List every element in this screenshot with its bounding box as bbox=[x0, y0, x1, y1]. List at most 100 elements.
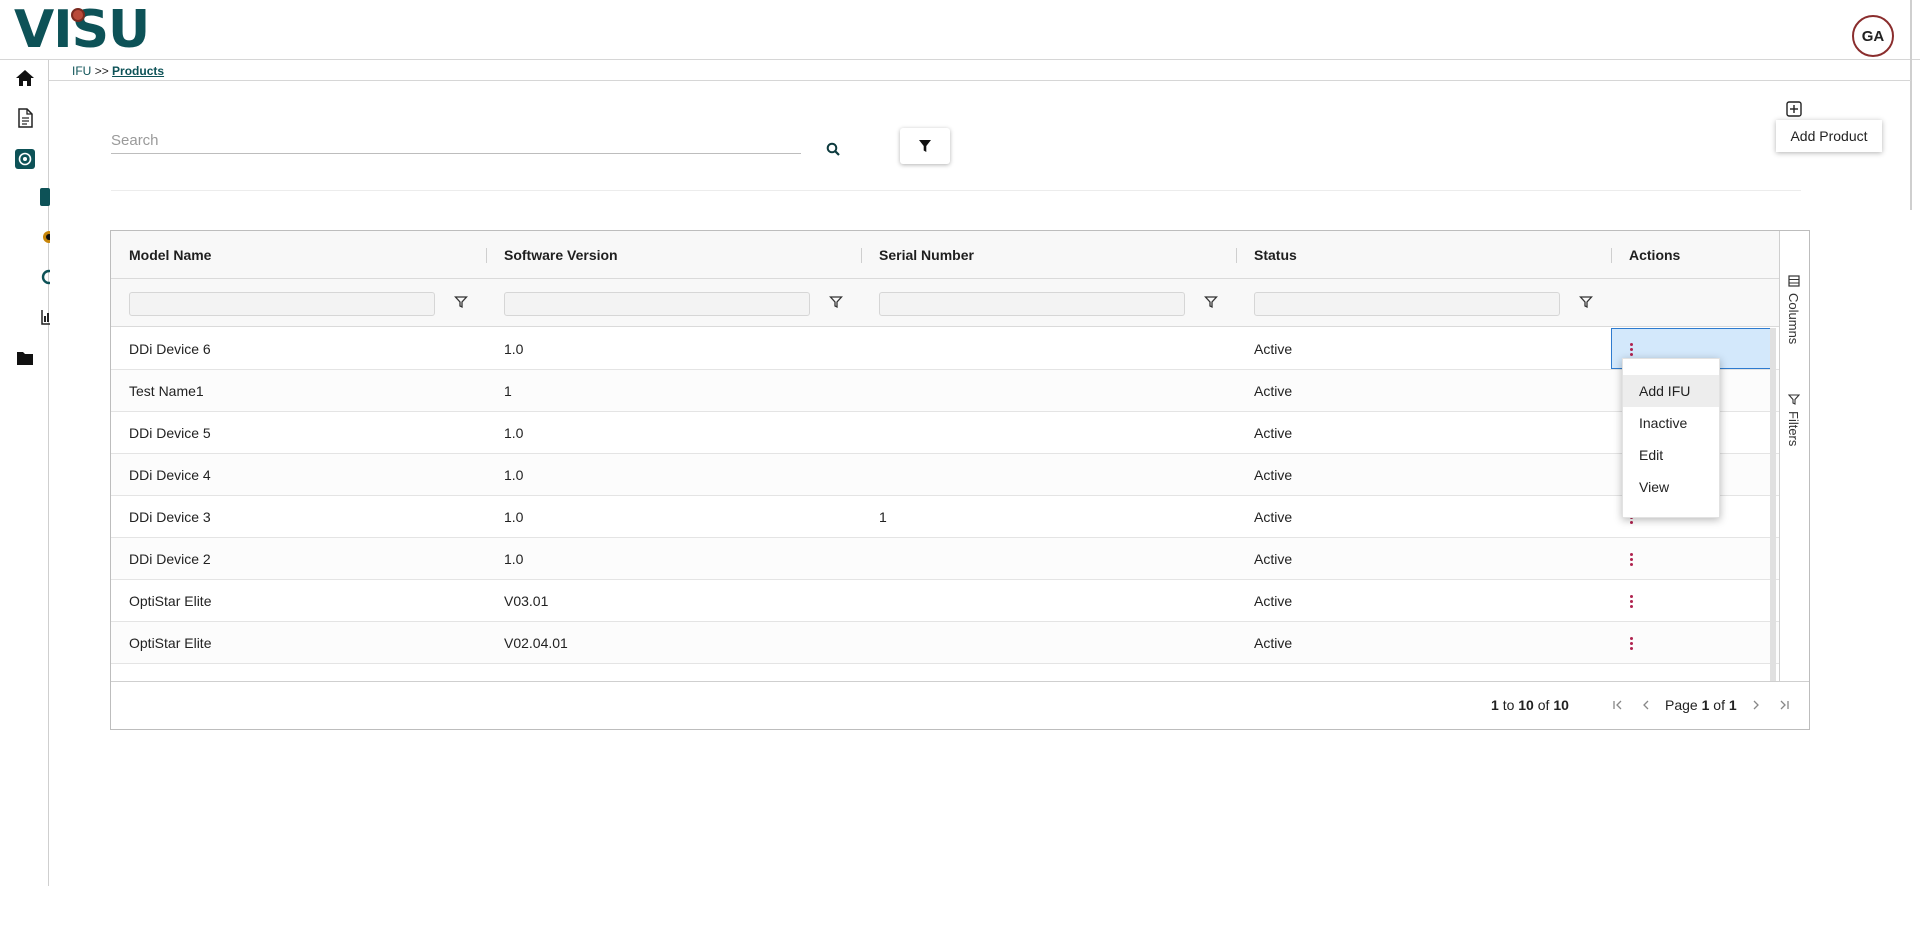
filter-button[interactable] bbox=[900, 128, 950, 164]
serial-number-cell bbox=[861, 328, 879, 370]
column-header-actions[interactable]: Actions bbox=[1611, 231, 1771, 279]
serial-number-filter-icon[interactable] bbox=[1204, 295, 1220, 311]
submenu-refresh-icon[interactable] bbox=[40, 268, 50, 286]
status-cell: Active bbox=[1254, 551, 1293, 567]
home-icon[interactable] bbox=[15, 68, 35, 88]
serial-number-cell bbox=[861, 622, 879, 664]
add-icon[interactable] bbox=[1786, 101, 1802, 117]
model-name-filter-icon[interactable] bbox=[454, 295, 470, 311]
breadcrumb-divider bbox=[49, 80, 1911, 81]
status-cell: Active bbox=[1254, 509, 1293, 525]
products-grid: Model Name Software Version Serial Numbe… bbox=[110, 230, 1810, 730]
grid-footer: 1 to 10 of 10 Page 1 of 1 bbox=[111, 681, 1809, 729]
previous-page-icon[interactable] bbox=[1639, 698, 1655, 714]
columns-tab[interactable]: Columns bbox=[1786, 275, 1801, 344]
add-product-button[interactable]: Add Product bbox=[1776, 120, 1882, 152]
table-row[interactable]: DDi Device 6 1.0 Active bbox=[111, 328, 1779, 370]
software-version-cell: 1.0 bbox=[504, 467, 524, 483]
breadcrumb-ifu[interactable]: IFU bbox=[72, 64, 91, 78]
menu-item-view[interactable]: View bbox=[1623, 471, 1719, 503]
sidebar bbox=[0, 60, 50, 886]
columns-icon bbox=[1787, 275, 1800, 287]
software-version-filter-icon[interactable] bbox=[829, 295, 845, 311]
serial-number-cell bbox=[861, 412, 879, 454]
submenu-products-icon[interactable] bbox=[40, 188, 50, 206]
model-name-cell: OptiStar Elite bbox=[129, 635, 212, 651]
column-header-software-version[interactable]: Software Version bbox=[486, 231, 861, 279]
grid-scrollbar[interactable] bbox=[1770, 328, 1776, 681]
software-version-cell: 1 bbox=[504, 383, 512, 399]
status-cell: Active bbox=[1254, 383, 1293, 399]
filters-icon bbox=[1787, 394, 1800, 405]
serial-number-cell bbox=[861, 370, 879, 412]
row-count-summary: 1 to 10 of 10 bbox=[1491, 697, 1569, 713]
search-input[interactable] bbox=[111, 128, 801, 152]
row-actions-kebab-icon[interactable] bbox=[1623, 592, 1639, 610]
model-name-cell: Test Name1 bbox=[129, 383, 204, 399]
column-header-model-name[interactable]: Model Name bbox=[111, 231, 486, 279]
page-indicator: Page 1 of 1 bbox=[1665, 697, 1737, 713]
menu-item-add-ifu[interactable]: Add IFU bbox=[1623, 375, 1719, 407]
software-version-cell: V02.04.01 bbox=[504, 635, 568, 651]
first-page-icon[interactable] bbox=[1611, 698, 1627, 714]
products-icon[interactable] bbox=[15, 149, 35, 169]
software-version-cell: V03.01 bbox=[504, 593, 549, 609]
page-scrollbar[interactable] bbox=[1910, 0, 1912, 210]
model-name-cell: OptiStar Elite bbox=[129, 593, 212, 609]
row-actions-kebab-icon[interactable] bbox=[1623, 550, 1639, 568]
menu-item-inactive[interactable]: Inactive bbox=[1623, 407, 1719, 439]
table-row[interactable]: DDi Device 4 1.0 Active bbox=[111, 454, 1779, 496]
breadcrumb-products-link[interactable]: Products bbox=[112, 64, 164, 78]
software-version-cell: 1.0 bbox=[504, 425, 524, 441]
row-actions-kebab-icon[interactable] bbox=[1623, 634, 1639, 652]
status-cell: Active bbox=[1254, 341, 1293, 357]
model-name-cell: DDi Device 4 bbox=[129, 467, 211, 483]
last-page-icon[interactable] bbox=[1777, 698, 1793, 714]
serial-number-cell bbox=[861, 538, 879, 580]
submenu-ifu-icon[interactable] bbox=[40, 228, 50, 246]
search-icon[interactable] bbox=[822, 138, 844, 160]
table-row[interactable]: DDi Device 3 1.0 1 Active bbox=[111, 496, 1779, 538]
table-row[interactable]: Test Name1 1 Active bbox=[111, 370, 1779, 412]
serial-number-cell: 1 bbox=[879, 509, 887, 525]
model-name-cell: DDi Device 6 bbox=[129, 341, 211, 357]
grid-side-panel: Columns Filters bbox=[1779, 231, 1809, 681]
toolbar-divider bbox=[111, 190, 1801, 191]
document-icon[interactable] bbox=[15, 108, 35, 128]
serial-number-cell bbox=[861, 454, 879, 496]
software-version-filter-input[interactable] bbox=[504, 292, 810, 316]
app-header: VISU GA bbox=[0, 0, 1920, 60]
table-row[interactable]: DDi Device 2 1.0 Active bbox=[111, 538, 1779, 580]
model-name-filter-input[interactable] bbox=[129, 292, 435, 316]
serial-number-filter-input[interactable] bbox=[879, 292, 1185, 316]
breadcrumb: IFU >> Products bbox=[72, 64, 164, 78]
folder-icon[interactable] bbox=[15, 348, 35, 368]
serial-number-cell bbox=[861, 580, 879, 622]
model-name-cell: DDi Device 5 bbox=[129, 425, 211, 441]
software-version-cell: 1.0 bbox=[504, 551, 524, 567]
status-cell: Active bbox=[1254, 593, 1293, 609]
submenu-report-icon[interactable] bbox=[40, 308, 50, 326]
status-cell: Active bbox=[1254, 467, 1293, 483]
table-row[interactable]: DDi Device 5 1.0 Active bbox=[111, 412, 1779, 454]
visu-logo[interactable]: VISU bbox=[14, 0, 150, 60]
column-header-serial-number[interactable]: Serial Number bbox=[861, 231, 1236, 279]
status-filter-input[interactable] bbox=[1254, 292, 1560, 316]
grid-body: DDi Device 6 1.0 Active Test Name1 1 Act… bbox=[111, 328, 1779, 681]
status-cell: Active bbox=[1254, 425, 1293, 441]
column-header-status[interactable]: Status bbox=[1236, 231, 1611, 279]
row-actions-menu: Add IFU Inactive Edit View bbox=[1622, 358, 1720, 518]
software-version-cell: 1.0 bbox=[504, 341, 524, 357]
search-field bbox=[111, 128, 801, 154]
table-row[interactable]: OptiStar Elite V02.04.01 Active bbox=[111, 622, 1779, 664]
filters-tab[interactable]: Filters bbox=[1786, 393, 1801, 446]
next-page-icon[interactable] bbox=[1749, 698, 1765, 714]
status-filter-icon[interactable] bbox=[1579, 295, 1595, 311]
row-actions-kebab-icon[interactable] bbox=[1623, 340, 1639, 358]
grid-header: Model Name Software Version Serial Numbe… bbox=[111, 231, 1779, 279]
menu-item-edit[interactable]: Edit bbox=[1623, 439, 1719, 471]
model-name-cell: DDi Device 3 bbox=[129, 509, 211, 525]
software-version-cell: 1.0 bbox=[504, 509, 524, 525]
user-avatar[interactable]: GA bbox=[1852, 15, 1894, 57]
table-row[interactable]: OptiStar Elite V03.01 Active bbox=[111, 580, 1779, 622]
